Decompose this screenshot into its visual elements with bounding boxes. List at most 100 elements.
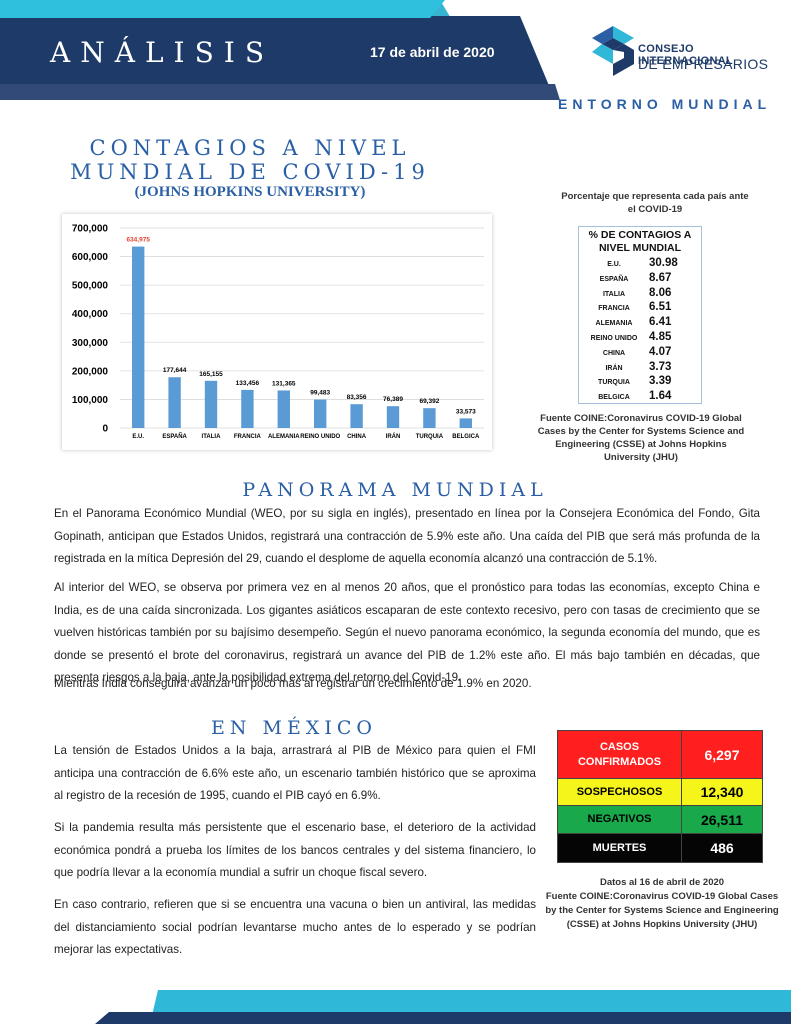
y-tick-label: 400,000 xyxy=(72,309,109,320)
percent-table-row: REINO UNIDO 4.85 xyxy=(579,331,701,346)
x-category-label: BELGICA xyxy=(452,434,480,440)
x-category-label: IRÁN xyxy=(386,433,401,440)
x-category-label: FRANCIA xyxy=(234,434,262,440)
mexico-stat-row: NEGATIVOS 26,511 xyxy=(558,806,762,834)
chart-bar xyxy=(132,246,145,428)
percent-table-header: % DE CONTAGIOS A NIVEL MUNDIAL xyxy=(588,229,692,254)
percent-row-value: 8.06 xyxy=(649,286,672,299)
y-tick-label: 600,000 xyxy=(72,252,109,263)
bar-chart: 0 100,000 200,000 300,000 400,000 500,000 600,… xyxy=(62,214,492,450)
footer-band xyxy=(95,1012,791,1024)
y-tick-label: 700,000 xyxy=(72,224,109,235)
mexico-stat-label: CASOS CONFIRMADOS xyxy=(558,731,682,778)
percent-row-value: 4.07 xyxy=(649,345,672,358)
chart-bar xyxy=(423,408,436,428)
percent-row-country: E.U. xyxy=(607,261,621,268)
mexico-stats-date: Datos al 16 de abril de 2020 xyxy=(599,877,725,888)
percent-table-row: E.U. 30.98 xyxy=(579,257,701,272)
percent-row-country: IRÁN xyxy=(605,364,623,372)
bar-value-label: 177,644 xyxy=(163,367,187,374)
mexico-stat-label: MUERTES xyxy=(558,834,682,862)
y-tick-label: 0 xyxy=(102,424,108,435)
bar-value-label: 69,392 xyxy=(419,398,439,405)
mexico-heading: EN MÉXICO xyxy=(210,717,377,739)
section-title: ANÁLISIS xyxy=(50,36,275,69)
bar-value-label: 634,975 xyxy=(126,237,150,244)
contagios-heading: CONTAGIOS A NIVEL MUNDIAL DE COVID-19 xyxy=(70,136,430,184)
percent-row-value: 3.73 xyxy=(649,360,672,373)
mexico-stat-label: NEGATIVOS xyxy=(558,806,682,833)
chart-bar xyxy=(350,404,363,428)
percent-row-country: ESPAÑA xyxy=(599,275,629,283)
mexico-stats-caption: Datos al 16 de abril de 2020 Fuente COIN… xyxy=(540,876,784,932)
percent-table-row: ITALIA 8.06 xyxy=(579,287,701,302)
percent-row-country: REINO UNIDO xyxy=(590,335,638,342)
chart-bar xyxy=(204,380,218,428)
percent-table-row: ALEMANIA 6.41 xyxy=(579,316,701,331)
percent-row-country: ITALIA xyxy=(602,290,626,298)
header-band-lower xyxy=(0,84,560,100)
percent-row-value: 1.64 xyxy=(649,390,672,403)
percent-table: % DE CONTAGIOS A NIVEL MUNDIAL E.U. 30.98… xyxy=(578,226,702,404)
bar-value-label: 83,356 xyxy=(347,394,367,401)
contagios-subheading: (JOHNS HOPKINS UNIVERSITY) xyxy=(134,184,366,200)
panorama-heading: PANORAMA MUNDIAL xyxy=(242,479,548,501)
x-category-label: CHINA xyxy=(347,434,367,440)
bar-value-label: 99,483 xyxy=(310,390,330,397)
mexico-paragraph: Si la pandemia resulta más persistente q… xyxy=(54,821,536,879)
y-tick-label: 100,000 xyxy=(72,395,109,406)
x-category-label: REINO UNIDO xyxy=(300,434,340,440)
chart-bar xyxy=(168,377,181,428)
coine-logo-icon xyxy=(592,26,634,76)
mexico-stats-table: CASOS CONFIRMADOS 6,297 SOSPECHOSOS 12,340 N… xyxy=(557,730,763,863)
subsection-title: ENTORNO MUNDIAL xyxy=(558,96,772,112)
mexico-stat-label: SOSPECHOSOS xyxy=(558,779,682,805)
percent-table-row: CHINA 4.07 xyxy=(579,346,701,361)
bar-value-label: 33,573 xyxy=(456,408,476,415)
mexico-stat-value: 6,297 xyxy=(704,746,740,763)
x-category-label: ESPAÑA xyxy=(162,433,187,440)
mexico-stat-value: 486 xyxy=(710,840,734,856)
chart-bar xyxy=(459,418,472,428)
mexico-stats-source: Fuente COINE:Coronavirus COVID-19 Global… xyxy=(545,891,779,930)
mexico-stat-value: 12,340 xyxy=(700,784,744,800)
percent-table-row: IRÁN 3.73 xyxy=(579,361,701,376)
panorama-paragraph: En el Panorama Económico Mundial (WEO, p… xyxy=(54,507,760,565)
percent-row-value: 4.85 xyxy=(649,331,672,343)
mexico-stat-row: SOSPECHOSOS 12,340 xyxy=(558,779,762,806)
y-tick-label: 500,000 xyxy=(72,281,109,292)
chart-bar xyxy=(386,406,400,428)
bar-value-label: 133,456 xyxy=(236,380,260,387)
percent-row-country: CHINA xyxy=(602,349,626,357)
percent-row-country: BELGICA xyxy=(598,394,630,402)
mexico-stat-value: 26,511 xyxy=(700,811,744,828)
bar-chart-svg: 0 100,000 200,000 300,000 400,000 500,000 600,… xyxy=(72,224,484,440)
y-tick-label: 300,000 xyxy=(72,338,109,349)
chart-bar xyxy=(241,389,254,428)
percent-table-row: BELGICA 1.64 xyxy=(579,390,701,405)
mexico-stat-row: MUERTES 486 xyxy=(558,834,762,862)
header-top-stripe xyxy=(0,0,445,18)
mexico-paragraph: La tensión de Estados Unidos a la baja, … xyxy=(54,744,536,802)
percent-row-value: 8.67 xyxy=(649,271,672,284)
percent-row-country: TURQUIA xyxy=(598,379,630,387)
x-category-label: ITALIA xyxy=(202,434,222,440)
x-category-label: TURQUIA xyxy=(416,434,444,440)
logo-text-line2: DE EMPRESARIOS xyxy=(638,56,769,72)
panorama-paragraph: Mientras India conseguirá avanzar un poc… xyxy=(54,677,532,690)
percent-row-value: 30.98 xyxy=(649,257,678,269)
x-category-label: ALEMANIA xyxy=(268,434,300,440)
percent-table-caption: Porcentaje que representa cada país ante… xyxy=(561,191,749,215)
x-category-label: E.U. xyxy=(132,434,144,440)
percent-row-country: ALEMANIA xyxy=(595,320,633,328)
percent-row-value: 6.51 xyxy=(649,301,672,314)
y-tick-label: 200,000 xyxy=(72,366,109,377)
chart-bar xyxy=(314,399,327,428)
percent-table-source: Fuente COINE:Coronavirus COVID-19 Global… xyxy=(537,413,745,463)
percent-table-row: FRANCIA 6.51 xyxy=(579,301,701,316)
mexico-paragraph: En caso contrario, refieren que si se en… xyxy=(54,898,536,956)
percent-table-row: TURQUIA 3.39 xyxy=(579,375,701,390)
percent-table-row: ESPAÑA 8.67 xyxy=(579,272,701,287)
bar-value-label: 165,155 xyxy=(199,371,223,378)
mexico-stat-row: CASOS CONFIRMADOS 6,297 xyxy=(558,731,762,779)
